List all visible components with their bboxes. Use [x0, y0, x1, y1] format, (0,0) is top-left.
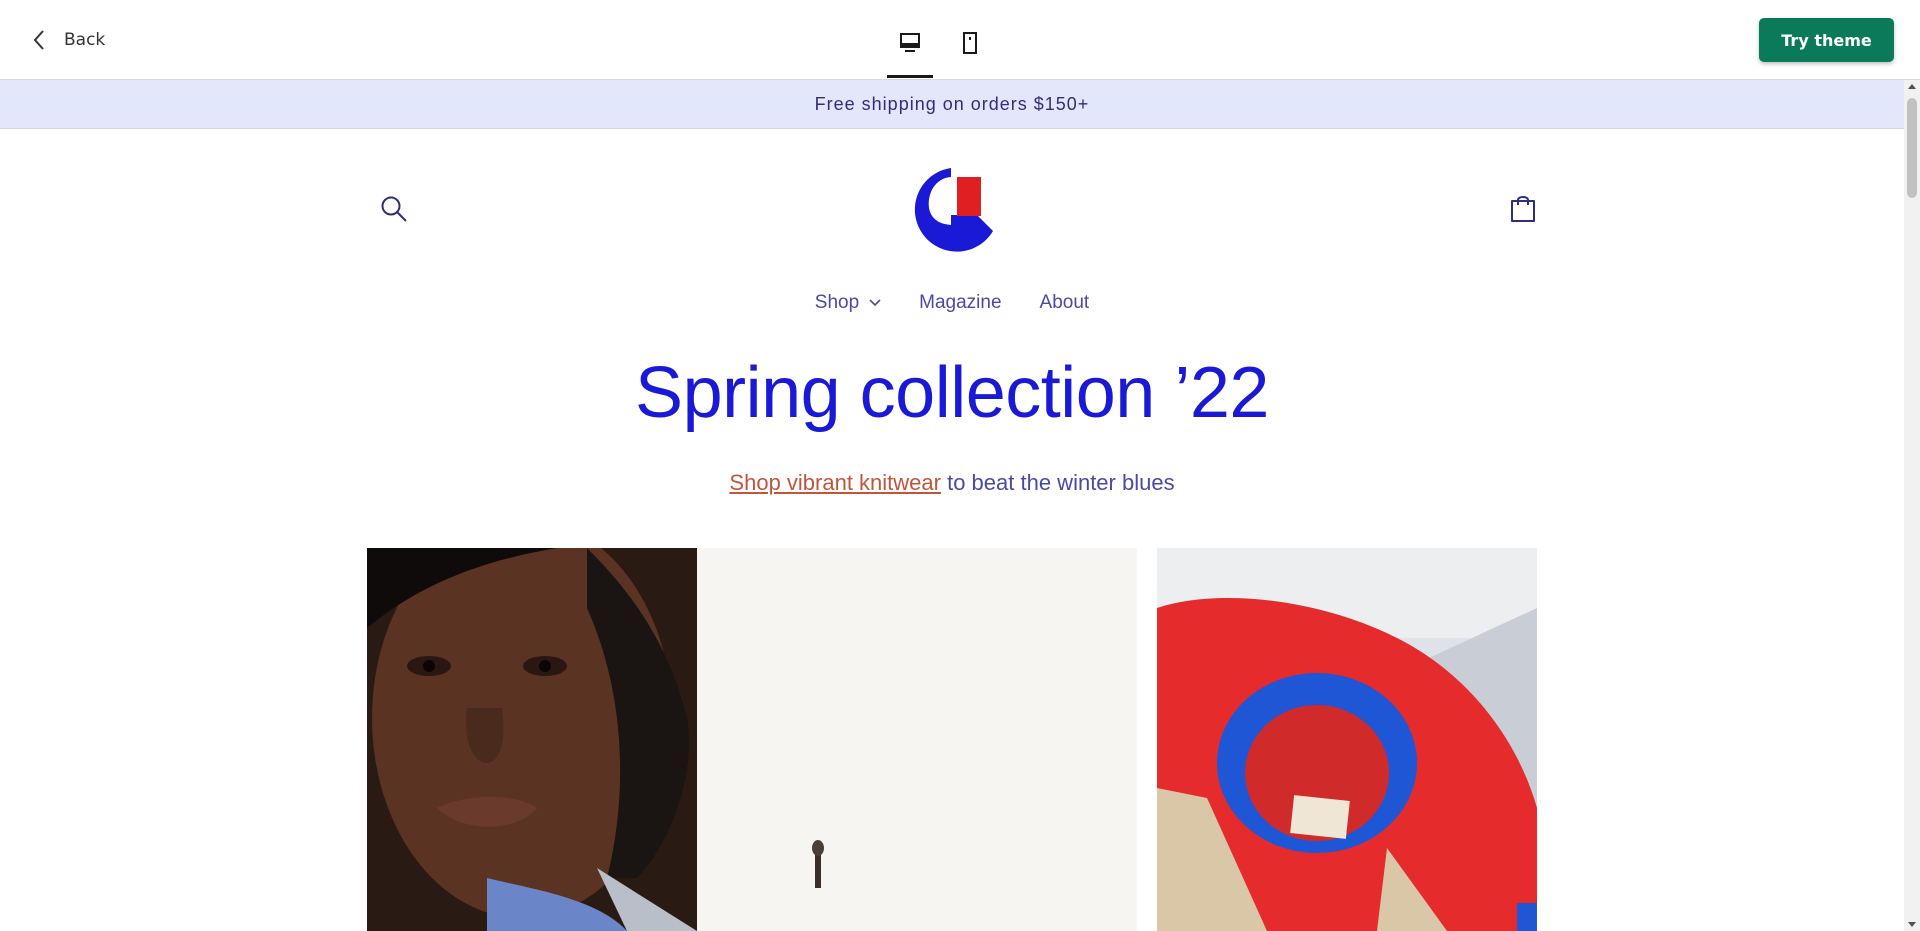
cart-icon[interactable]: [1509, 192, 1537, 224]
mobile-icon: [963, 32, 977, 54]
nav-item-about[interactable]: About: [1040, 292, 1090, 314]
shop-knitwear-link[interactable]: Shop vibrant knitwear: [729, 470, 941, 495]
nav-item-magazine[interactable]: Magazine: [919, 292, 1001, 314]
chevron-down-icon: [869, 299, 881, 307]
hero-title: Spring collection ’22: [635, 353, 1269, 433]
announcement-bar: Free shipping on orders $150+: [0, 80, 1904, 129]
portrait-illustration: [367, 548, 1137, 931]
nav-magazine-label: Magazine: [919, 292, 1002, 313]
desktop-icon: [900, 33, 920, 52]
preview-scrollbar[interactable]: [1904, 80, 1920, 931]
back-label: Back: [64, 30, 106, 50]
desktop-view-button[interactable]: [887, 26, 933, 78]
hero-image-portrait[interactable]: [367, 548, 1137, 931]
nav-about-label: About: [1039, 292, 1090, 313]
back-button[interactable]: Back: [30, 27, 105, 53]
scroll-down-arrow-icon[interactable]: [1908, 922, 1916, 927]
sweater-illustration: [1157, 548, 1537, 931]
hero-image-sweater[interactable]: [1157, 548, 1537, 931]
search-icon[interactable]: [380, 195, 408, 223]
nav-shop-label: Shop: [814, 292, 860, 313]
editor-toolbar: Back Try theme: [0, 0, 1920, 80]
scrollbar-thumb[interactable]: [1907, 98, 1917, 198]
theme-preview: Free shipping on orders $150+ Shop Magaz…: [0, 80, 1904, 931]
try-theme-button[interactable]: Try theme: [1759, 18, 1894, 62]
nav-item-shop[interactable]: Shop: [815, 292, 881, 314]
main-navigation: Shop Magazine About: [0, 292, 1904, 314]
store-logo[interactable]: [905, 164, 997, 256]
chevron-left-icon: [33, 30, 44, 50]
hero-subtitle-text: to beat the winter blues: [940, 470, 1175, 495]
scroll-up-arrow-icon[interactable]: [1908, 84, 1916, 89]
hero-subtitle: Shop vibrant knitwear to beat the winter…: [0, 470, 1904, 496]
device-toggle: [887, 26, 993, 78]
mobile-view-button[interactable]: [947, 26, 993, 78]
